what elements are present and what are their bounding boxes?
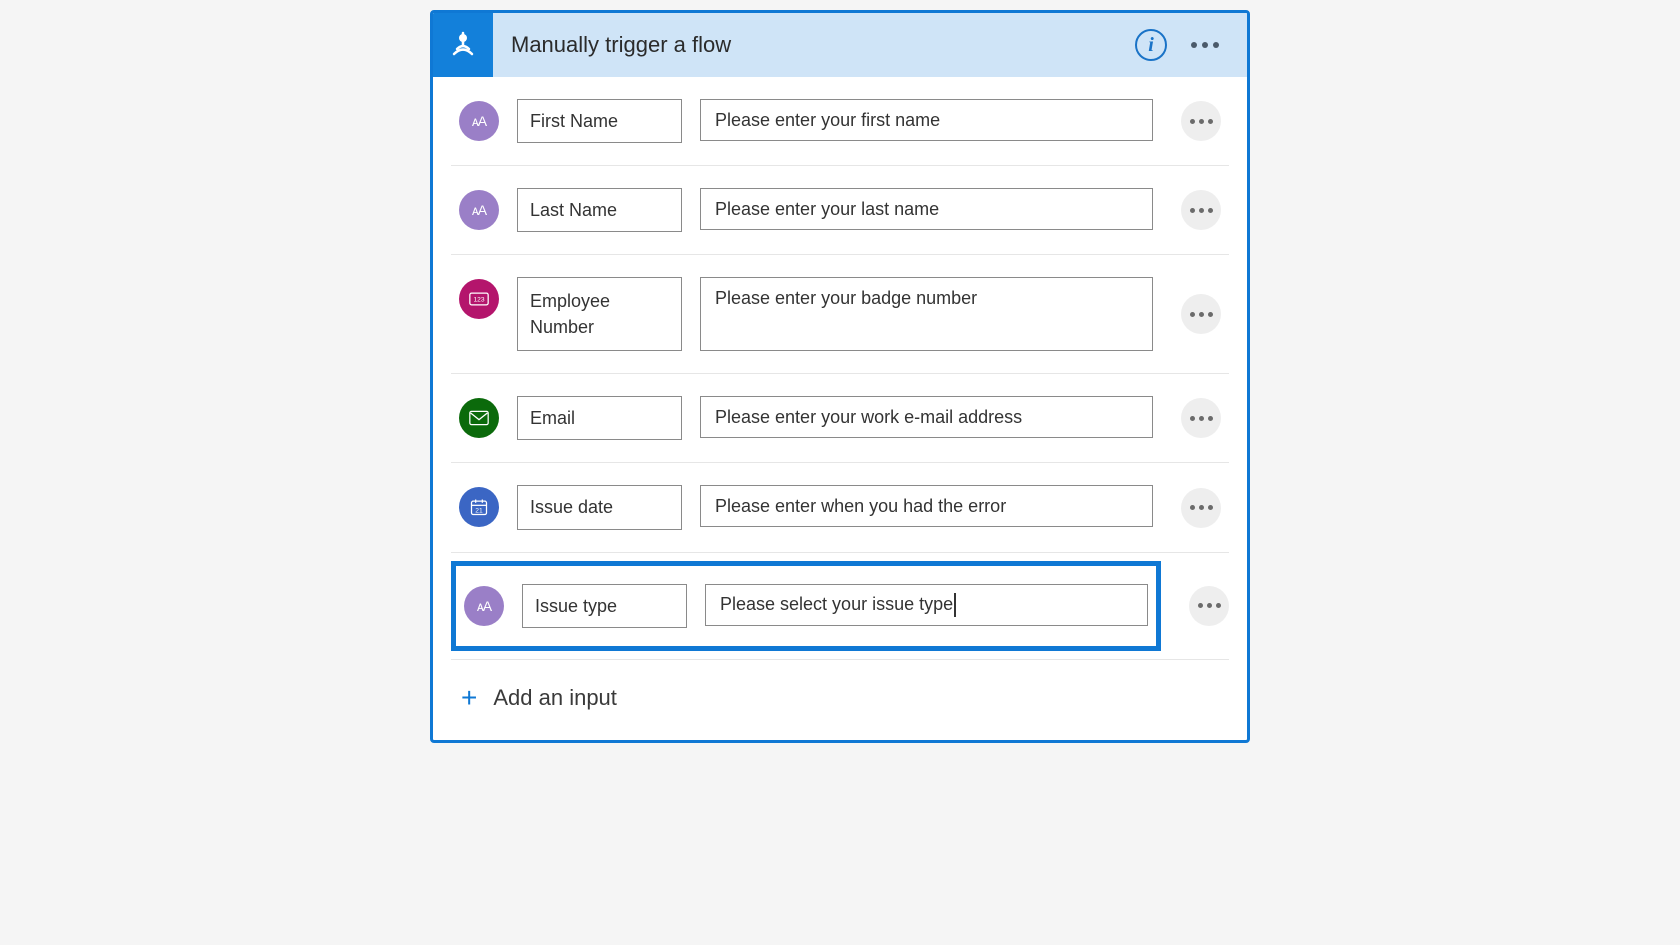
- row-menu-button[interactable]: [1181, 190, 1221, 230]
- input-placeholder-field[interactable]: Please enter your work e-mail address: [700, 396, 1153, 438]
- text-type-icon: [459, 190, 499, 230]
- text-type-icon: [459, 101, 499, 141]
- input-name-field[interactable]: Issue type: [522, 584, 687, 628]
- row-menu-button[interactable]: [1189, 586, 1229, 626]
- input-name-field[interactable]: Issue date: [517, 485, 682, 529]
- text-cursor-icon: [954, 593, 956, 617]
- row-menu-button[interactable]: [1181, 294, 1221, 334]
- input-placeholder-field[interactable]: Please enter your last name: [700, 188, 1153, 230]
- row-menu-button[interactable]: [1181, 101, 1221, 141]
- trigger-card: Manually trigger a flow i First Name Ple…: [430, 10, 1250, 743]
- input-name-field[interactable]: Email: [517, 396, 682, 440]
- input-row-first-name: First Name Please enter your first name: [451, 77, 1229, 166]
- row-menu-button[interactable]: [1181, 488, 1221, 528]
- trigger-icon: [433, 13, 493, 77]
- card-menu-button[interactable]: [1187, 34, 1223, 56]
- input-placeholder-text: Please select your issue type: [720, 594, 953, 615]
- input-placeholder-field[interactable]: Please select your issue type: [705, 584, 1148, 626]
- row-menu-button[interactable]: [1181, 398, 1221, 438]
- number-type-icon: 123: [459, 279, 499, 319]
- card-header: Manually trigger a flow i: [433, 13, 1247, 77]
- input-name-field[interactable]: First Name: [517, 99, 682, 143]
- header-actions: i: [1135, 29, 1247, 61]
- input-row-employee-number: 123 Employee Number Please enter your ba…: [451, 255, 1229, 374]
- input-row-issue-type: Issue type Please select your issue type: [451, 553, 1229, 660]
- info-icon[interactable]: i: [1135, 29, 1167, 61]
- svg-text:21: 21: [475, 508, 483, 515]
- date-type-icon: 21: [459, 487, 499, 527]
- input-placeholder-field[interactable]: Please enter when you had the error: [700, 485, 1153, 527]
- text-type-icon: [464, 586, 504, 626]
- plus-icon: +: [461, 684, 477, 712]
- input-row-issue-date: 21 Issue date Please enter when you had …: [451, 463, 1229, 552]
- add-input-label: Add an input: [493, 685, 617, 711]
- input-placeholder-field[interactable]: Please enter your badge number: [700, 277, 1153, 351]
- input-row-last-name: Last Name Please enter your last name: [451, 166, 1229, 255]
- svg-text:123: 123: [473, 297, 484, 304]
- email-type-icon: [459, 398, 499, 438]
- inputs-list: First Name Please enter your first name …: [433, 77, 1247, 660]
- input-name-field[interactable]: Employee Number: [517, 277, 682, 351]
- highlight-box: Issue type Please select your issue type: [451, 561, 1161, 651]
- input-name-field[interactable]: Last Name: [517, 188, 682, 232]
- card-title: Manually trigger a flow: [493, 32, 1135, 58]
- input-row-email: Email Please enter your work e-mail addr…: [451, 374, 1229, 463]
- input-placeholder-field[interactable]: Please enter your first name: [700, 99, 1153, 141]
- add-input-button[interactable]: + Add an input: [433, 660, 1247, 740]
